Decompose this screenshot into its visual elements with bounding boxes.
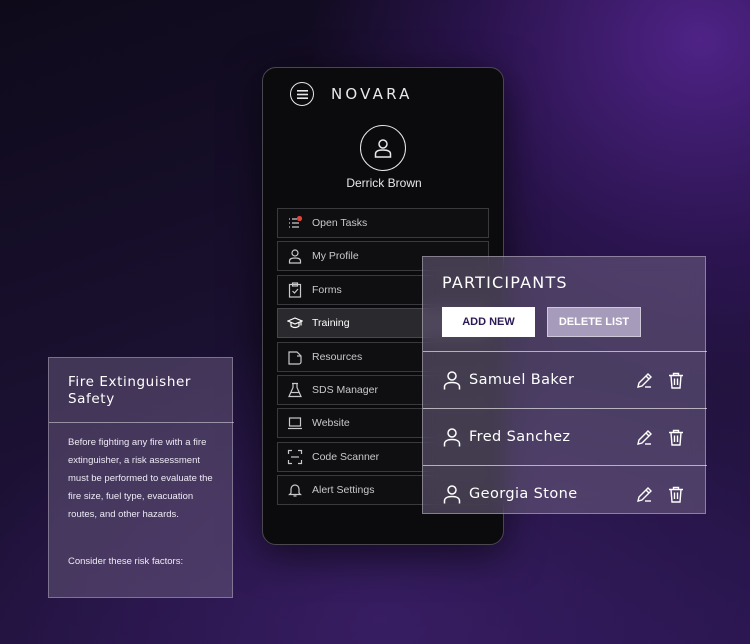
participant-name: Georgia Stone xyxy=(469,486,578,502)
person-icon xyxy=(442,370,462,390)
add-new-button[interactable]: ADD NEW xyxy=(442,307,535,337)
participant-name: Fred Sanchez xyxy=(469,429,571,445)
scanner-icon xyxy=(286,448,304,466)
participant-row: Georgia Stone xyxy=(423,465,707,522)
nav-item-label: Resources xyxy=(312,350,363,363)
folder-icon xyxy=(286,348,304,366)
edit-icon[interactable] xyxy=(635,371,653,389)
edit-icon[interactable] xyxy=(635,485,653,503)
tasks-icon xyxy=(286,214,304,232)
user-icon xyxy=(374,139,392,158)
card-title: Fire Extinguisher Safety xyxy=(68,374,192,407)
nav-item-label: My Profile xyxy=(312,250,359,263)
card-body-text: Before fighting any fire with a fire ext… xyxy=(68,437,213,520)
laptop-icon xyxy=(286,414,304,432)
user-icon xyxy=(286,247,304,265)
graduation-cap-icon xyxy=(286,314,304,332)
nav-item-open-tasks[interactable]: Open Tasks xyxy=(277,208,489,238)
participant-row: Samuel Baker xyxy=(423,351,707,408)
panel-title: PARTICIPANTS xyxy=(442,273,568,292)
trash-icon[interactable] xyxy=(667,428,685,446)
edit-icon[interactable] xyxy=(635,428,653,446)
participant-name: Samuel Baker xyxy=(469,372,575,388)
card-footer-text: Consider these risk factors: xyxy=(68,556,184,567)
nav-item-label: Training xyxy=(312,317,350,330)
flask-icon xyxy=(286,381,304,399)
bell-icon xyxy=(286,481,304,499)
hamburger-menu-button[interactable] xyxy=(290,82,314,106)
participants-panel: PARTICIPANTS ADD NEW DELETE LIST Samuel … xyxy=(422,256,707,514)
fire-safety-card: Fire Extinguisher Safety Before fighting… xyxy=(48,357,234,598)
nav-item-label: Open Tasks xyxy=(312,217,368,229)
app-logo: NOVARA xyxy=(331,85,413,103)
nav-item-label: Alert Settings xyxy=(312,484,375,497)
participant-row: Fred Sanchez xyxy=(423,408,707,465)
clipboard-check-icon xyxy=(286,281,304,299)
person-icon xyxy=(442,427,462,447)
trash-icon[interactable] xyxy=(667,371,685,389)
nav-item-label: Website xyxy=(312,417,350,430)
divider xyxy=(49,422,234,423)
nav-item-label: Forms xyxy=(312,283,342,296)
user-name: Derrick Brown xyxy=(346,176,422,190)
delete-list-button[interactable]: DELETE LIST xyxy=(547,307,641,337)
nav-item-label: Code Scanner xyxy=(312,450,380,463)
hamburger-icon xyxy=(296,89,308,99)
person-icon xyxy=(442,484,462,504)
trash-icon[interactable] xyxy=(667,485,685,503)
avatar[interactable] xyxy=(360,125,406,171)
nav-item-label: SDS Manager xyxy=(312,383,378,396)
